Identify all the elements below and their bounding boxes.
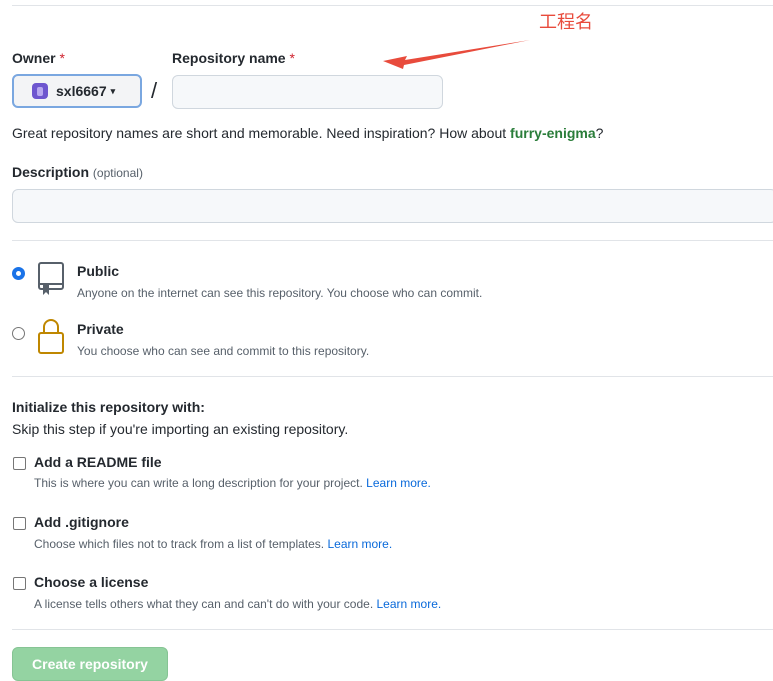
owner-repo-separator: / [151, 78, 158, 103]
readme-checkbox[interactable] [13, 457, 26, 470]
license-checkbox[interactable] [13, 577, 26, 590]
private-radio[interactable] [12, 327, 25, 340]
gitignore-checkbox[interactable] [13, 517, 26, 530]
gitignore-learn-more-link[interactable]: Learn more. [327, 537, 392, 551]
optional-note: (optional) [92, 166, 143, 180]
gitignore-label[interactable]: Add .gitignore [34, 514, 129, 530]
public-radio[interactable] [12, 267, 25, 280]
public-title: Public [77, 263, 120, 279]
bottom-divider [12, 629, 773, 630]
owner-avatar [32, 83, 48, 99]
readme-learn-more-link[interactable]: Learn more. [366, 476, 431, 490]
repo-name-hint: Great repository names are short and mem… [12, 125, 604, 141]
description-input[interactable] [12, 189, 773, 223]
private-title: Private [77, 321, 124, 337]
lock-icon [38, 319, 64, 354]
description-label: Description (optional) [12, 164, 143, 180]
caret-down-icon: ▾ [110, 85, 116, 96]
gitignore-desc: Choose which files not to track from a l… [34, 537, 393, 551]
top-divider [12, 5, 773, 6]
owner-dropdown[interactable]: sxl6667 ▾ [12, 74, 142, 108]
repo-required-mark: * [289, 50, 295, 66]
init-subtitle: Skip this step if you're importing an ex… [12, 421, 349, 437]
repo-name-label: Repository name * [172, 50, 295, 66]
repo-icon [38, 262, 64, 295]
visibility-divider [12, 240, 773, 241]
license-label[interactable]: Choose a license [34, 574, 148, 590]
owner-label: Owner * [12, 50, 65, 66]
create-repository-button[interactable]: Create repository [12, 647, 168, 681]
public-desc: Anyone on the internet can see this repo… [77, 286, 483, 300]
owner-value: sxl6667 [56, 83, 107, 99]
annotation-label: 工程名 [539, 12, 593, 32]
name-suggestion-link[interactable]: furry-enigma [510, 125, 596, 141]
private-desc: You choose who can see and commit to thi… [77, 344, 370, 358]
repo-name-input[interactable] [172, 75, 443, 109]
license-desc: A license tells others what they can and… [34, 597, 442, 611]
owner-required-mark: * [59, 50, 65, 66]
license-learn-more-link[interactable]: Learn more. [377, 597, 442, 611]
readme-label[interactable]: Add a README file [34, 454, 162, 470]
init-title: Initialize this repository with: [12, 399, 205, 415]
readme-desc: This is where you can write a long descr… [34, 476, 431, 490]
init-divider [12, 376, 773, 377]
annotation-arrow [383, 40, 530, 69]
